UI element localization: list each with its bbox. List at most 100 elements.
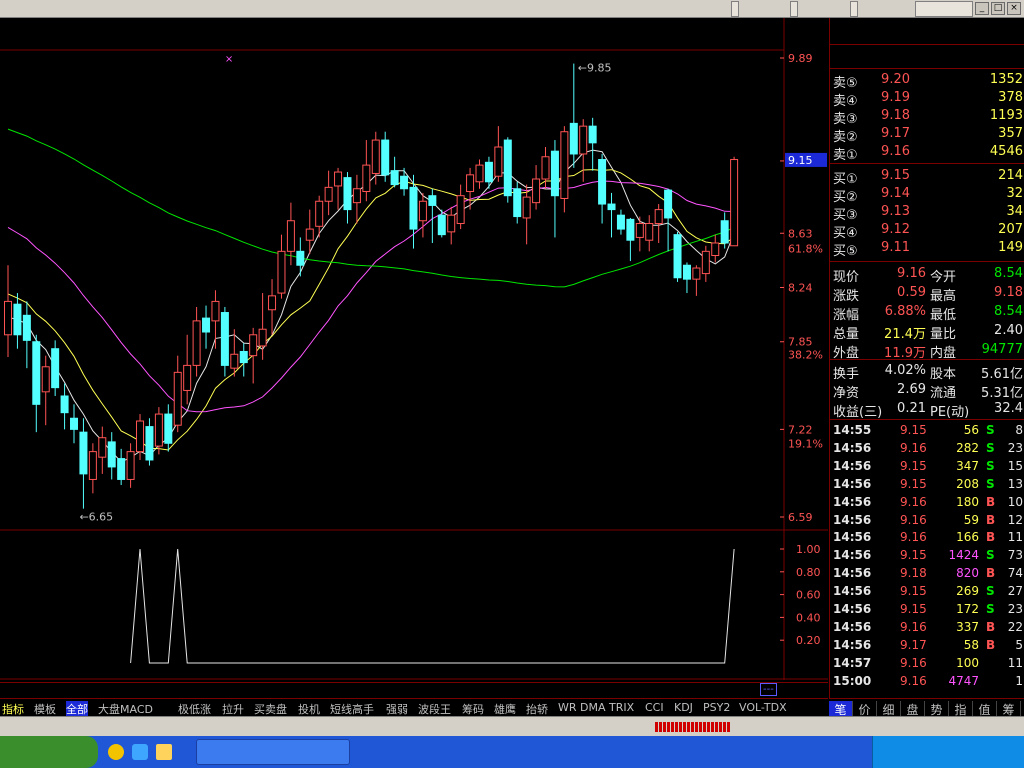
stat-label: 总量 bbox=[833, 327, 860, 342]
indicator-tick: 0.60 bbox=[796, 589, 821, 602]
candle-body bbox=[268, 295, 277, 311]
indicator-tab[interactable]: TRIX bbox=[609, 701, 634, 714]
indicator-tab[interactable]: 抬轿 bbox=[526, 701, 548, 717]
indicator-tab[interactable]: WR bbox=[558, 701, 577, 714]
stat-value: 8.54 bbox=[994, 304, 1023, 319]
candle-body bbox=[286, 220, 295, 252]
bid-price: 9.11 bbox=[881, 240, 910, 255]
tick-volume: 1424 bbox=[948, 548, 979, 563]
tick-count: 23 bbox=[1007, 440, 1023, 455]
indicator-tab[interactable]: 筹码 bbox=[462, 701, 484, 717]
ask-price: 9.20 bbox=[881, 72, 910, 87]
candle-body bbox=[230, 353, 239, 369]
candle-body bbox=[428, 195, 437, 206]
indicator-tab[interactable]: PSY2 bbox=[703, 701, 730, 714]
ask-label: 卖④ bbox=[833, 94, 858, 109]
tick-side: S bbox=[986, 458, 995, 473]
ask-label: 卖② bbox=[833, 130, 858, 145]
candle-body bbox=[598, 159, 607, 205]
candle-body bbox=[692, 267, 701, 280]
indicator-tab[interactable]: KDJ bbox=[674, 701, 693, 714]
indicator-tab[interactable]: 大盘MACD bbox=[98, 701, 153, 717]
indicator-tab[interactable]: 短线高手 bbox=[330, 701, 374, 717]
y-tick-label: 8.63 bbox=[788, 227, 813, 240]
indicator-tab[interactable]: CCI bbox=[645, 701, 664, 714]
tick-count: 15 bbox=[1007, 458, 1023, 473]
fib-pct-label: 19.1% bbox=[788, 437, 823, 450]
stat-value: 0.59 bbox=[897, 285, 926, 300]
tick-price: 9.16 bbox=[900, 440, 927, 455]
indicator-tab[interactable]: 投机 bbox=[298, 701, 320, 717]
tick-volume: 347 bbox=[956, 458, 979, 473]
fund-value: 32.4 bbox=[994, 401, 1023, 416]
ask-price: 9.16 bbox=[881, 144, 910, 159]
candle-body bbox=[249, 334, 258, 357]
indicator-tick: 0.20 bbox=[796, 634, 821, 647]
indicator-tab[interactable]: 全部 bbox=[66, 701, 88, 717]
candle-body bbox=[343, 177, 352, 211]
candle-body bbox=[532, 178, 541, 204]
stat-label: 最高 bbox=[930, 289, 957, 304]
fund-label: PE(动) bbox=[930, 405, 970, 420]
svg-text:×: × bbox=[225, 54, 233, 65]
candle-body bbox=[560, 131, 569, 199]
candle-body bbox=[720, 220, 729, 244]
indicator-tab[interactable]: 拉升 bbox=[222, 701, 244, 717]
indicator-tick: 0.40 bbox=[796, 611, 821, 624]
candle-body bbox=[60, 395, 69, 414]
tick-count: 12 bbox=[1007, 512, 1023, 527]
tick-side: S bbox=[986, 476, 995, 491]
tick-volume: 58 bbox=[963, 637, 979, 652]
tick-time: 14:56 bbox=[833, 566, 872, 581]
candle-body bbox=[126, 451, 135, 480]
candle-body bbox=[381, 139, 390, 176]
candle-body bbox=[88, 451, 97, 480]
candle-body bbox=[607, 203, 616, 211]
indicator-tab[interactable]: 买卖盘 bbox=[254, 701, 287, 717]
candle-body bbox=[98, 437, 107, 458]
candle-body bbox=[654, 209, 663, 225]
ask-price: 9.17 bbox=[881, 126, 910, 141]
bid-label: 买② bbox=[833, 190, 858, 205]
indicator-tab[interactable]: 强弱 bbox=[386, 701, 408, 717]
candle-body bbox=[334, 171, 343, 187]
tick-time: 14:56 bbox=[833, 619, 872, 634]
bid-volume: 214 bbox=[998, 168, 1023, 183]
tick-time: 14:56 bbox=[833, 637, 872, 652]
candle-body bbox=[352, 188, 361, 204]
ask-label: 卖③ bbox=[833, 112, 858, 127]
indicator-tab[interactable]: 指标 bbox=[2, 701, 24, 717]
indicator-tab[interactable]: DMA bbox=[580, 701, 606, 714]
ask-price: 9.19 bbox=[881, 90, 910, 105]
bid-price: 9.12 bbox=[881, 222, 910, 237]
ask-label: 卖⑤ bbox=[833, 76, 858, 91]
fund-value: 0.21 bbox=[897, 401, 926, 416]
indicator-tab[interactable]: 模板 bbox=[34, 701, 56, 717]
indicator-tab[interactable]: 波段王 bbox=[418, 701, 451, 717]
candle-body bbox=[400, 175, 409, 190]
tick-side: S bbox=[986, 602, 995, 616]
candle-body bbox=[664, 189, 673, 219]
y-tick-label: 6.59 bbox=[788, 511, 813, 524]
bid-price: 9.15 bbox=[881, 168, 910, 183]
fib-pct-label: 61.8% bbox=[788, 243, 823, 256]
fib-pct-label: 38.2% bbox=[788, 348, 823, 361]
candle-body bbox=[324, 186, 333, 202]
tick-price: 9.18 bbox=[900, 566, 927, 581]
candle-body bbox=[362, 164, 371, 193]
indicator-tab[interactable]: 雄鹰 bbox=[494, 701, 516, 717]
indicator-tab[interactable]: VOL-TDX bbox=[739, 701, 787, 714]
stat-label: 今开 bbox=[930, 270, 957, 285]
candle-body bbox=[211, 300, 220, 322]
tick-time: 14:57 bbox=[833, 655, 872, 670]
candle-body bbox=[513, 188, 522, 218]
tick-price: 9.16 bbox=[900, 530, 927, 545]
bid-label: 买⑤ bbox=[833, 244, 858, 259]
indicator-tab[interactable]: 极低涨 bbox=[178, 701, 211, 717]
candle-body bbox=[136, 420, 145, 453]
candle-body bbox=[673, 234, 682, 279]
candle-body bbox=[51, 348, 60, 389]
tick-side: B bbox=[986, 619, 996, 634]
tick-time: 14:55 bbox=[833, 423, 872, 437]
candle-body bbox=[390, 170, 399, 186]
